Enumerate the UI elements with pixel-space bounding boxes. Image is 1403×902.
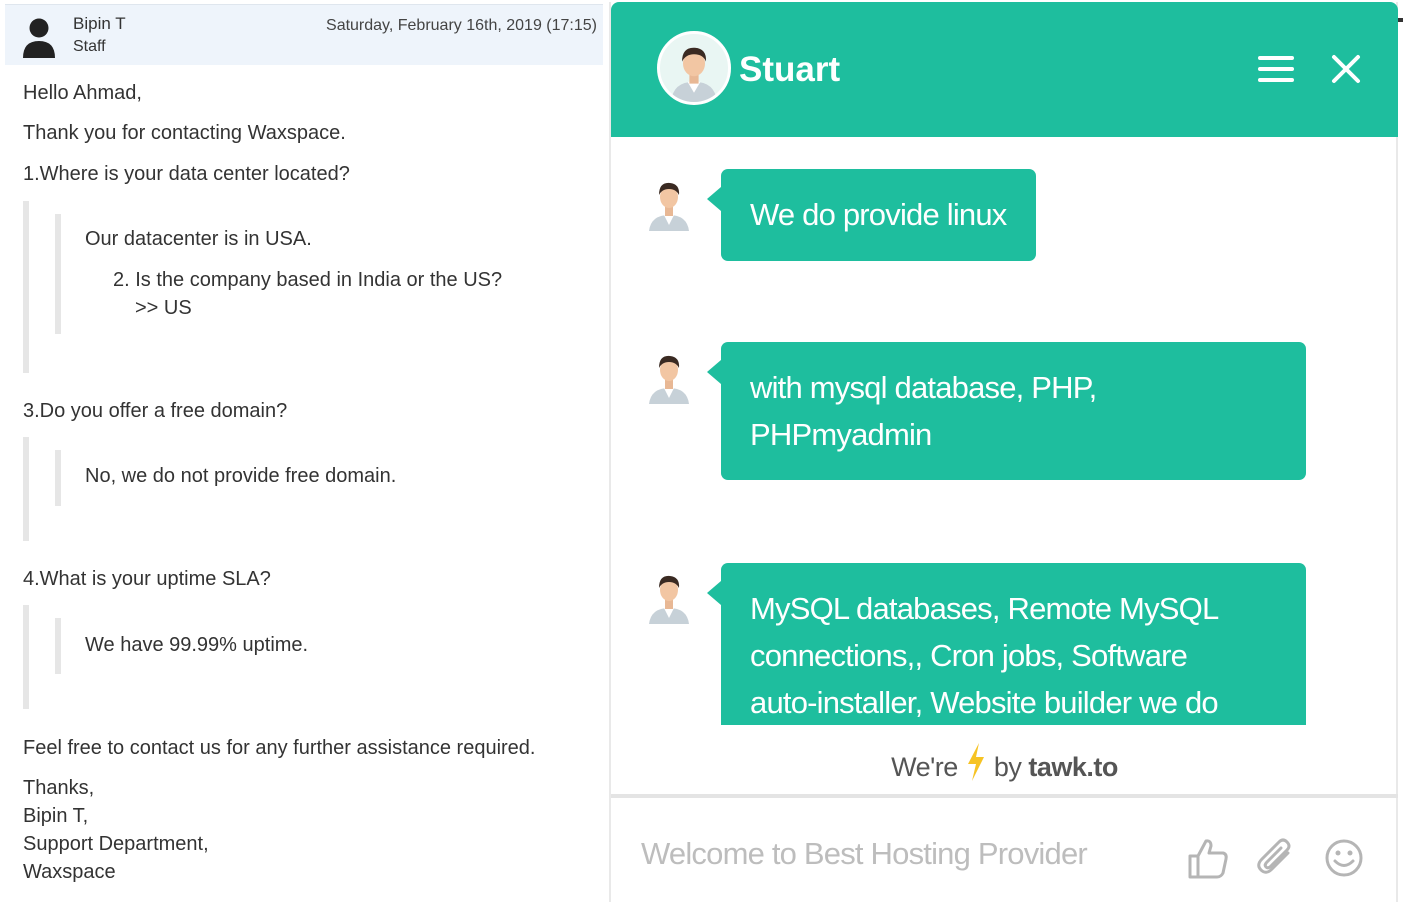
- agent-avatar-icon: [671, 47, 717, 102]
- ticket-reply-panel: Bipin T Staff Saturday, February 16th, 2…: [5, 4, 603, 902]
- question-4: 4.What is your uptime SLA?: [23, 568, 271, 590]
- emoji-button[interactable]: [1322, 836, 1366, 880]
- menu-button[interactable]: [1256, 52, 1296, 86]
- quote-bar: [23, 201, 29, 373]
- agent-avatar-icon: [649, 575, 689, 624]
- smiley-icon: [1325, 839, 1363, 877]
- branding-by: by: [993, 752, 1022, 782]
- like-button[interactable]: [1186, 836, 1230, 880]
- ticket-reply-header: Bipin T Staff Saturday, February 16th, 2…: [5, 4, 603, 65]
- question-2: 2. Is the company based in India or the …: [113, 269, 503, 291]
- author-name: Bipin T: [73, 14, 126, 33]
- reply-date: Saturday, February 16th, 2019 (17:15): [326, 17, 597, 34]
- quote-bar: [55, 618, 61, 674]
- message-input[interactable]: [641, 832, 1161, 876]
- chat-message: MySQL databases, Remote MySQL connection…: [707, 563, 1306, 725]
- message-line: with mysql database, PHP,: [750, 370, 1097, 405]
- agent-name: Stuart: [739, 50, 841, 89]
- quote-bar: [55, 214, 61, 334]
- question-1: 1.Where is your data center located?: [23, 163, 350, 185]
- signature-line: Thanks,: [23, 777, 95, 799]
- answer-1: Our datacenter is in USA.: [85, 228, 312, 250]
- closing-text: Feel free to contact us for any further …: [23, 737, 536, 759]
- agent-avatar: [657, 31, 731, 105]
- answer-3: No, we do not provide free domain.: [85, 465, 397, 487]
- chat-message: with mysql database, PHP, PHPmyadmin: [707, 342, 1306, 480]
- message-list[interactable]: We do provide linux with mysql database,…: [611, 137, 1398, 725]
- message-line: PHPmyadmin: [750, 417, 932, 452]
- lightning-icon: [967, 743, 984, 781]
- message-composer: [611, 794, 1398, 902]
- thanks-text: Thank you for contacting Waxspace.: [23, 122, 346, 144]
- question-3: 3.Do you offer a free domain?: [23, 400, 288, 422]
- quote-bar: [23, 437, 29, 541]
- greeting-text: Hello Ahmad,: [23, 82, 142, 104]
- branding-brand: tawk.to: [1028, 752, 1118, 782]
- author-role: Staff: [73, 38, 106, 55]
- message-line: auto-installer, Website builder we do: [750, 685, 1219, 720]
- chat-header: Stuart: [611, 2, 1398, 137]
- branding-prefix: We're: [891, 752, 958, 782]
- agent-avatar-icon: [649, 182, 689, 231]
- powered-by-branding[interactable]: We're by tawk.to: [611, 742, 1398, 783]
- signature-line: Support Department,: [23, 833, 209, 855]
- answer-2: >> US: [135, 297, 192, 319]
- chat-message: We do provide linux: [707, 169, 1036, 261]
- edge-marker: [1398, 18, 1403, 22]
- close-icon: [1332, 55, 1360, 83]
- quote-bar: [23, 605, 29, 709]
- close-button[interactable]: [1329, 52, 1363, 86]
- message-line: MySQL databases, Remote MySQL: [750, 591, 1219, 626]
- thumbs-up-icon: [1188, 839, 1228, 879]
- agent-avatar-icon: [649, 355, 689, 404]
- answer-4: We have 99.99% uptime.: [85, 634, 309, 656]
- menu-icon: [1258, 56, 1294, 82]
- attach-button[interactable]: [1254, 836, 1298, 880]
- quote-bar: [55, 450, 61, 506]
- signature-line: Bipin T,: [23, 805, 89, 827]
- paperclip-icon: [1257, 838, 1291, 874]
- chat-widget: Stuart We do provide linux with mysql da…: [609, 2, 1398, 902]
- message-line: connections,, Cron jobs, Software: [750, 638, 1188, 673]
- message-line: We do provide linux: [750, 197, 1007, 232]
- user-avatar-icon: [23, 18, 55, 58]
- signature-line: Waxspace: [23, 861, 116, 883]
